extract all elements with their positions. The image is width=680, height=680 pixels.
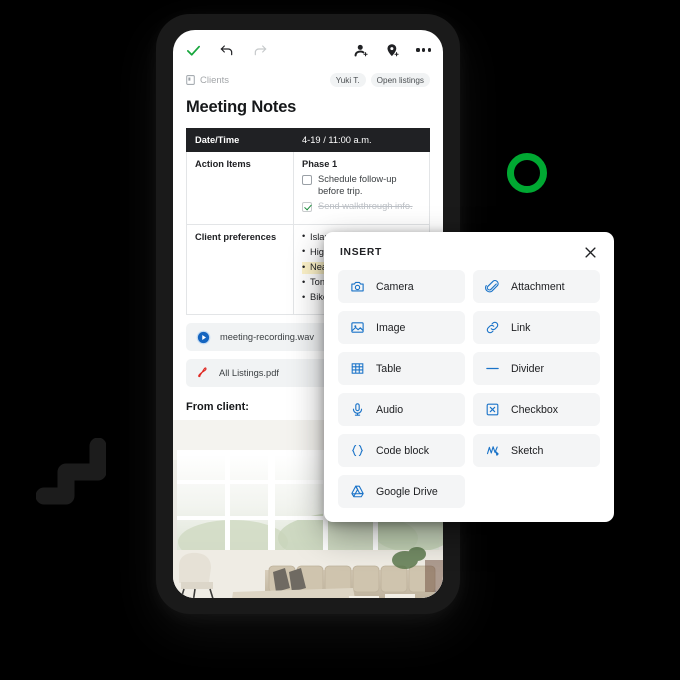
insert-option-label: Checkbox [511, 403, 559, 416]
cell-label-datetime: Date/Time [186, 128, 294, 152]
undo-icon[interactable] [219, 42, 235, 58]
insert-option-label: Link [511, 321, 531, 334]
insert-option-camera[interactable]: Camera [338, 270, 465, 303]
insert-option-image[interactable]: Image [338, 311, 465, 344]
breadcrumb-clients[interactable]: Clients [186, 75, 229, 86]
insert-panel-header: INSERT [324, 232, 614, 270]
breadcrumb-label: Clients [200, 74, 230, 86]
insert-option-label: Google Drive [376, 485, 438, 498]
chip-open-listings[interactable]: Open listings [370, 73, 430, 87]
redo-icon[interactable] [252, 42, 268, 58]
insert-panel-title: INSERT [340, 247, 382, 258]
cell-value-datetime[interactable]: 4-19 / 11:00 a.m. [293, 128, 430, 152]
action-item-label: Send walkthrough info. [318, 201, 413, 212]
link-icon [485, 320, 500, 335]
action-item-row[interactable]: Schedule follow-up before trip. [302, 174, 421, 197]
chip-group: Yuki T. Open listings [329, 73, 430, 87]
chip-assignee[interactable]: Yuki T. [329, 73, 366, 87]
insert-option-label: Camera [376, 280, 414, 293]
cell-label-action-items: Action Items [186, 151, 294, 225]
paperclip-icon [485, 279, 500, 294]
insert-option-sketch[interactable]: Sketch [473, 434, 600, 467]
insert-option-label: Divider [511, 362, 544, 375]
divider-icon [485, 361, 500, 376]
insert-option-label: Sketch [511, 444, 544, 457]
insert-option-checkbox[interactable]: Checkbox [473, 393, 600, 426]
breadcrumb: Clients Yuki T. Open listings [173, 70, 443, 90]
close-icon[interactable] [583, 245, 598, 260]
code-braces-icon [350, 443, 365, 458]
action-item-row[interactable]: Send walkthrough info. [302, 201, 421, 213]
image-icon [350, 320, 365, 335]
insert-option-label: Attachment [511, 280, 565, 293]
dark-zigzag [36, 438, 106, 505]
insert-option-label: Code block [376, 444, 429, 457]
table-icon [350, 361, 365, 376]
add-location-icon[interactable] [385, 43, 400, 58]
notebook-icon [186, 75, 195, 85]
play-circle-icon [196, 330, 211, 345]
green-ring [507, 153, 547, 193]
insert-option-divider[interactable]: Divider [473, 352, 600, 385]
checkbox-unchecked-icon[interactable] [302, 174, 312, 185]
attachment-filename: meeting-recording.wav [220, 332, 315, 343]
insert-option-table[interactable]: Table [338, 352, 465, 385]
more-options-icon[interactable] [416, 48, 431, 52]
add-person-icon[interactable] [354, 43, 369, 58]
cell-label-client-preferences: Client preferences [186, 223, 294, 316]
checkbox-checked-icon[interactable] [302, 201, 312, 212]
camera-icon [350, 279, 365, 294]
insert-option-audio[interactable]: Audio [338, 393, 465, 426]
check-icon[interactable] [185, 42, 202, 59]
attachment-filename: All Listings.pdf [219, 368, 279, 379]
insert-option-google-drive[interactable]: Google Drive [338, 475, 465, 508]
insert-option-code-block[interactable]: Code block [338, 434, 465, 467]
cell-value-action-items: Phase 1 Schedule follow-up before trip. … [293, 151, 430, 225]
sketch-icon [485, 443, 500, 458]
pdf-icon [196, 366, 210, 380]
insert-option-attachment[interactable]: Attachment [473, 270, 600, 303]
phase-label: Phase 1 [302, 159, 338, 169]
table-row-action-items: Action Items Phase 1 Schedule follow-up … [186, 151, 430, 225]
insert-option-link[interactable]: Link [473, 311, 600, 344]
app-toolbar [173, 30, 443, 70]
insert-option-label: Table [376, 362, 402, 375]
insert-panel: INSERT Camera Attachment Image Link Tabl… [324, 232, 614, 522]
action-item-label: Schedule follow-up before trip. [318, 174, 397, 196]
insert-options-grid: Camera Attachment Image Link Table Divid… [324, 270, 614, 508]
checkbox-icon [485, 402, 500, 417]
microphone-icon [350, 402, 365, 417]
table-row-datetime: Date/Time 4-19 / 11:00 a.m. [186, 128, 430, 152]
google-drive-icon [350, 484, 365, 499]
insert-option-label: Image [376, 321, 406, 334]
page-title: Meeting Notes [186, 98, 297, 116]
insert-option-label: Audio [376, 403, 404, 416]
